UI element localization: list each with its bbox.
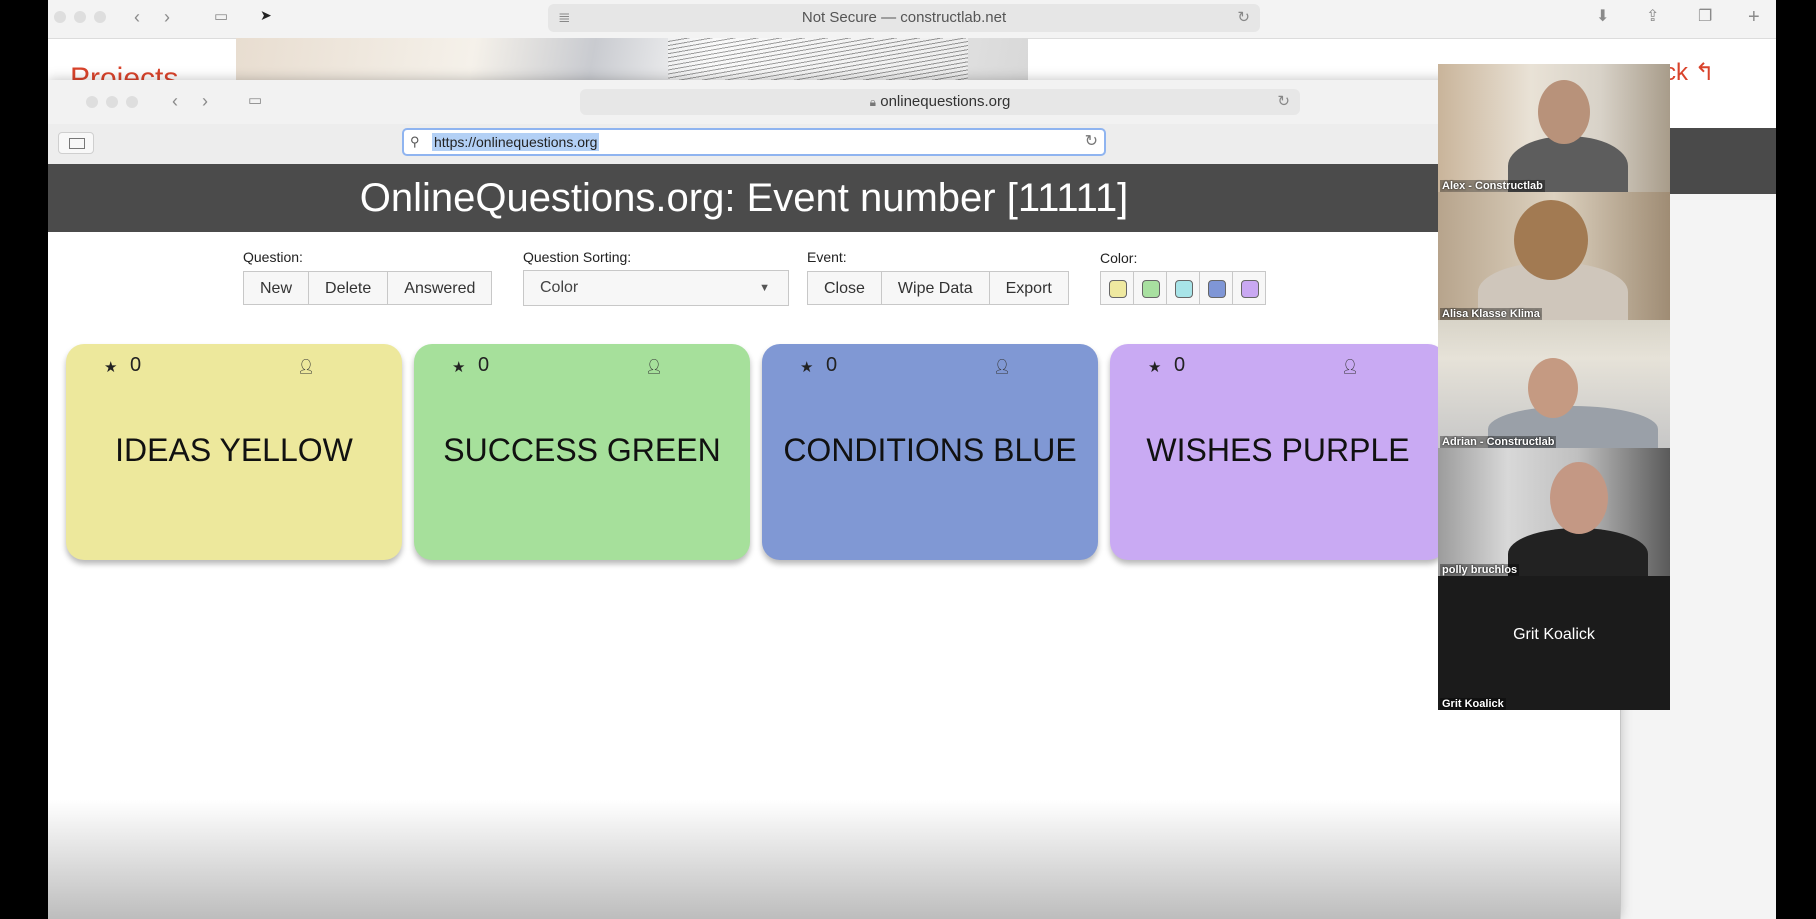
front-browser-window: ‹ › ▭ 🔒︎ onlinequestions.org ↻ ⚲ https:/…	[48, 80, 1620, 919]
person-icon: 👤︎	[645, 358, 663, 374]
vote-count: 0	[826, 354, 838, 376]
card-title: CONDITIONS BLUE	[783, 432, 1077, 468]
participant-name: Alex - Constructlab	[1440, 180, 1545, 192]
card-title: WISHES PURPLE	[1146, 432, 1410, 468]
event-label: Event:	[807, 249, 847, 265]
back-page-right-text: ck ↰	[1664, 59, 1715, 86]
sidebar-icon[interactable]: ▭	[248, 92, 262, 110]
question-button-group: New Delete Answered	[243, 271, 493, 305]
front-address-toolbar: ⚲ https://onlinequestions.org ↻	[48, 124, 1620, 165]
question-card-purple[interactable]: ★ 0 👤︎ WISHES PURPLE	[1110, 344, 1446, 560]
star-icon[interactable]: ★	[104, 358, 117, 376]
question-card-yellow[interactable]: ★ 0 👤︎ IDEAS YELLOW	[66, 344, 402, 560]
share-icon[interactable]: ⇪	[1646, 8, 1659, 26]
question-label: Question:	[243, 249, 303, 265]
back-arrow-icon[interactable]: ‹	[172, 92, 178, 110]
participant-name: Alisa Klasse Klima	[1440, 308, 1542, 320]
participant-name: Grit Koalick	[1440, 698, 1506, 710]
close-window-dot[interactable]	[86, 96, 98, 108]
front-domain-text: onlinequestions.org	[880, 93, 1011, 110]
sorting-select[interactable]: Color ▼	[523, 270, 789, 306]
tabs-icon[interactable]: ❐	[1698, 8, 1712, 26]
undo-arrow-icon[interactable]: ↰	[1695, 59, 1715, 86]
color-swatch-purple[interactable]	[1232, 271, 1266, 305]
question-card-blue[interactable]: ★ 0 👤︎ CONDITIONS BLUE	[762, 344, 1098, 560]
page-title: OnlineQuestions.org: Event number [11111…	[48, 164, 1440, 232]
color-swatch-group	[1100, 271, 1266, 305]
back-page-dark-strip	[1668, 128, 1776, 194]
participant-tile[interactable]: Adrian - Constructlab	[1438, 320, 1670, 448]
color-swatch-blue[interactable]	[1199, 271, 1233, 305]
event-button-group: Close Wipe Data Export	[807, 271, 1069, 305]
back-arrow-icon[interactable]: ‹	[134, 8, 140, 26]
new-question-button[interactable]: New	[243, 271, 310, 305]
participant-tile[interactable]: polly bruchlos	[1438, 448, 1670, 576]
participant-face	[1550, 462, 1608, 534]
forward-arrow-icon[interactable]: ›	[164, 8, 170, 26]
lock-icon: 🔒︎	[869, 95, 877, 109]
star-icon[interactable]: ★	[1148, 358, 1161, 376]
wipe-data-button[interactable]: Wipe Data	[880, 271, 990, 305]
person-icon: 👤︎	[1341, 358, 1359, 374]
vote-count: 0	[478, 354, 490, 376]
participant-display-name: Grit Koalick	[1513, 626, 1595, 643]
zoom-window-dot[interactable]	[126, 96, 138, 108]
color-swatch-cyan[interactable]	[1166, 271, 1200, 305]
back-address-bar[interactable]: ≣ Not Secure — constructlab.net ↻	[548, 4, 1260, 32]
reload-icon[interactable]: ↻	[1237, 4, 1250, 32]
star-icon[interactable]: ★	[452, 358, 465, 376]
vote-count: 0	[130, 354, 142, 376]
person-icon: 👤︎	[993, 358, 1011, 374]
vote-count: 0	[1174, 354, 1186, 376]
forward-arrow-icon[interactable]: ›	[202, 92, 208, 110]
reload-icon[interactable]: ↻	[1277, 89, 1290, 115]
question-card-green[interactable]: ★ 0 👤︎ SUCCESS GREEN	[414, 344, 750, 560]
participant-face	[1538, 80, 1590, 144]
participant-tile[interactable]: Alex - Constructlab	[1438, 64, 1670, 192]
sidebar-icon[interactable]: ▭	[214, 8, 228, 26]
back-browser-toolbar: ‹ › ▭ ➤ ≣ Not Secure — constructlab.net …	[48, 0, 1776, 39]
close-window-dot[interactable]	[54, 11, 66, 23]
front-domain-bar[interactable]: 🔒︎ onlinequestions.org ↻	[580, 89, 1300, 115]
answered-question-button[interactable]: Answered	[387, 271, 493, 305]
minimize-window-dot[interactable]	[74, 11, 86, 23]
back-address-text: Not Secure — constructlab.net	[801, 9, 1007, 26]
delete-question-button[interactable]: Delete	[308, 271, 389, 305]
zoom-window-dot[interactable]	[94, 11, 106, 23]
mouse-cursor-icon: ➤	[260, 7, 272, 23]
person-icon: 👤︎	[297, 358, 315, 374]
url-input[interactable]: ⚲ https://onlinequestions.org ↻	[402, 128, 1106, 156]
color-label: Color:	[1100, 250, 1138, 266]
color-swatch-green[interactable]	[1133, 271, 1167, 305]
search-icon: ⚲	[410, 134, 420, 149]
reload-icon[interactable]: ↻	[1085, 130, 1098, 154]
participant-name: polly bruchlos	[1440, 564, 1520, 576]
card-title: IDEAS YELLOW	[115, 432, 353, 468]
sidebar-toggle-button[interactable]	[58, 132, 94, 154]
reader-icon[interactable]: ≣	[558, 4, 571, 32]
sorting-value: Color	[540, 279, 579, 296]
participant-tile[interactable]: Alisa Klasse Klima	[1438, 192, 1670, 320]
color-swatch-yellow[interactable]	[1100, 271, 1134, 305]
new-tab-icon[interactable]: +	[1748, 7, 1760, 27]
close-event-button[interactable]: Close	[807, 271, 882, 305]
download-icon[interactable]: ⬇	[1596, 8, 1609, 26]
participant-video	[1508, 528, 1648, 576]
url-text: https://onlinequestions.org	[432, 133, 600, 151]
export-button[interactable]: Export	[988, 271, 1069, 305]
front-browser-titlebar: ‹ › ▭ 🔒︎ onlinequestions.org ↻	[48, 80, 1620, 125]
participant-face	[1528, 358, 1578, 418]
card-title: SUCCESS GREEN	[443, 432, 721, 468]
back-page-photo	[236, 38, 1028, 82]
bottom-fade	[48, 800, 1620, 919]
participant-face	[1514, 200, 1588, 280]
sorting-label: Question Sorting:	[523, 249, 632, 265]
participant-name: Adrian - Constructlab	[1440, 436, 1557, 448]
video-call-panel: Alex - Constructlab Alisa Klasse Klima A…	[1438, 64, 1670, 710]
caret-down-icon: ▼	[759, 282, 770, 294]
star-icon[interactable]: ★	[800, 358, 813, 376]
minimize-window-dot[interactable]	[106, 96, 118, 108]
participant-tile[interactable]: Grit Koalick Grit Koalick	[1438, 576, 1670, 710]
